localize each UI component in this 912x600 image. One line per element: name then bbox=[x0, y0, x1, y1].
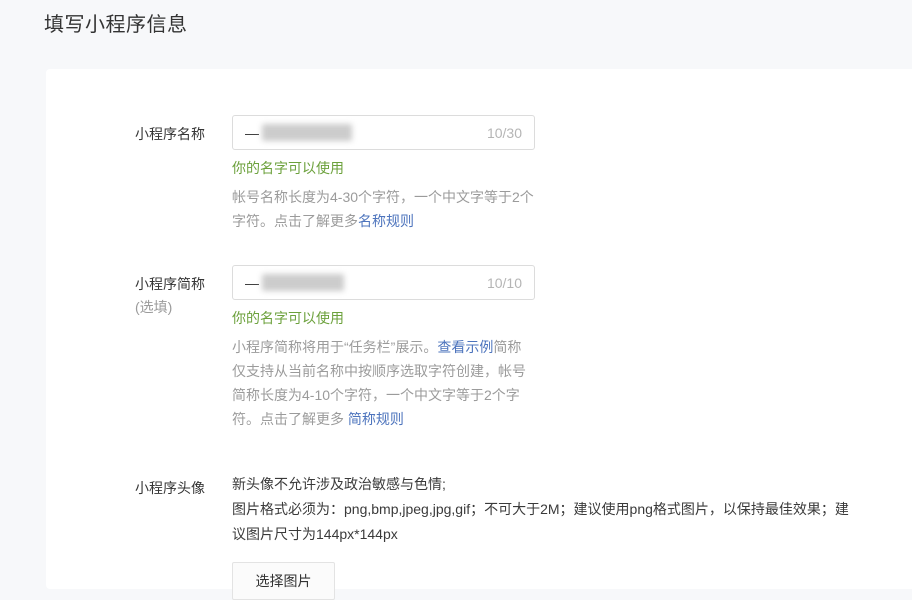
short-name-char-counter: 10/10 bbox=[487, 275, 522, 291]
field-row-short-name: 小程序简称 (选填) — 10/10 你的名字可以使用 小程序简称将用于“任务栏… bbox=[135, 265, 912, 431]
page-title: 填写小程序信息 bbox=[0, 0, 912, 39]
short-name-field-content: — 10/10 你的名字可以使用 小程序简称将用于“任务栏”展示。查看示例简称仅… bbox=[232, 265, 535, 431]
name-char-counter: 10/30 bbox=[487, 125, 522, 141]
short-name-optional-note: (选填) bbox=[135, 297, 232, 317]
redacted-name-text bbox=[262, 124, 352, 141]
avatar-field-content: 新头像不允许涉及政治敏感与色情; 图片格式必须为：png,bmp,jpeg,jp… bbox=[232, 469, 860, 600]
name-field-content: — 10/30 你的名字可以使用 帐号名称长度为4-30个字符，一个中文字等于2… bbox=[232, 115, 535, 233]
avatar-description: 新头像不允许涉及政治敏感与色情; 图片格式必须为：png,bmp,jpeg,jp… bbox=[232, 469, 860, 547]
page: 填写小程序信息 小程序名称 — 10/30 你的名字可以使用 帐号名称长度为4-… bbox=[0, 0, 912, 39]
name-input-value: — bbox=[245, 125, 259, 141]
view-example-link[interactable]: 查看示例 bbox=[437, 339, 493, 355]
avatar-policy-text: 新头像不允许涉及政治敏感与色情; bbox=[232, 472, 860, 497]
short-name-field-label: 小程序简称 bbox=[135, 274, 232, 294]
mini-program-name-input[interactable]: — 10/30 bbox=[232, 115, 535, 150]
choose-image-button[interactable]: 选择图片 bbox=[232, 562, 335, 600]
short-name-rules-link[interactable]: 简称规则 bbox=[348, 411, 404, 427]
avatar-label-column: 小程序头像 bbox=[135, 469, 232, 600]
name-field-label: 小程序名称 bbox=[135, 124, 232, 144]
redacted-short-name-text bbox=[262, 274, 344, 291]
mini-program-short-name-input[interactable]: — 10/10 bbox=[232, 265, 535, 300]
name-rules-link[interactable]: 名称规则 bbox=[358, 213, 414, 229]
short-name-success-message: 你的名字可以使用 bbox=[232, 310, 535, 327]
short-name-label-column: 小程序简称 (选填) bbox=[135, 265, 232, 431]
short-name-input-value: — bbox=[245, 275, 259, 291]
form-card: 小程序名称 — 10/30 你的名字可以使用 帐号名称长度为4-30个字符，一个… bbox=[46, 69, 912, 589]
field-row-name: 小程序名称 — 10/30 你的名字可以使用 帐号名称长度为4-30个字符，一个… bbox=[135, 115, 912, 233]
name-help-text: 帐号名称长度为4-30个字符，一个中文字等于2个字符。点击了解更多名称规则 bbox=[232, 185, 535, 233]
avatar-format-text: 图片格式必须为：png,bmp,jpeg,jpg,gif；不可大于2M；建议使用… bbox=[232, 497, 860, 547]
short-name-usage-text: 小程序简称将用于“任务栏”展示。 bbox=[232, 339, 437, 355]
name-success-message: 你的名字可以使用 bbox=[232, 160, 535, 177]
avatar-field-label: 小程序头像 bbox=[135, 478, 232, 498]
field-row-avatar: 小程序头像 新头像不允许涉及政治敏感与色情; 图片格式必须为：png,bmp,j… bbox=[135, 469, 912, 600]
name-label-column: 小程序名称 bbox=[135, 115, 232, 233]
short-name-help-text: 小程序简称将用于“任务栏”展示。查看示例简称仅支持从当前名称中按顺序选取字符创建… bbox=[232, 335, 535, 431]
